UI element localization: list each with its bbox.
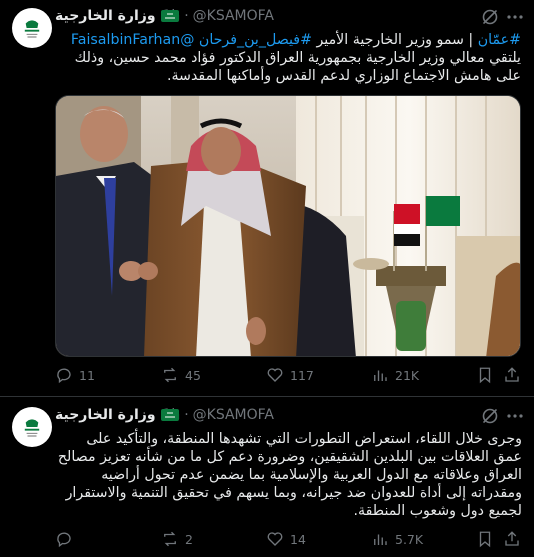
bookmark-icon (479, 367, 491, 384)
views-count: 21K (395, 367, 420, 383)
like-count: 117 (290, 367, 314, 383)
bookmark-button[interactable] (476, 366, 494, 384)
author-name[interactable]: وزارة الخارجية (55, 407, 156, 423)
repost-icon (164, 367, 176, 383)
more-icon[interactable] (505, 7, 525, 27)
verified-badge-icon (160, 409, 179, 421)
hashtag-link[interactable]: #فيصل_بن_فرحان (199, 32, 312, 48)
hashtag-link[interactable]: #عمّان (478, 32, 521, 48)
share-button[interactable] (503, 530, 521, 548)
repost-button[interactable]: 45 (161, 366, 201, 384)
ministry-logo-icon (14, 10, 50, 46)
author-name-row: وزارة الخارجية (55, 8, 184, 24)
views-button[interactable]: 5.7K (371, 530, 423, 548)
reply-icon (57, 368, 71, 384)
ministry-logo-icon (14, 409, 50, 445)
like-button[interactable]: 14 (266, 530, 306, 548)
share-icon (505, 531, 519, 546)
views-icon (374, 370, 387, 381)
author-handle[interactable]: @KSAMOFA (193, 407, 274, 423)
tweet[interactable]: 1h · @KSAMOFA وزارة الخارجية وجرى خلال ا… (0, 397, 534, 557)
tweet-text: وجرى خلال اللقاء، استعراض التطورات التي … (57, 431, 522, 519)
grok-icon[interactable] (480, 406, 500, 426)
like-count: 14 (290, 531, 306, 547)
reply-button[interactable]: 11 (55, 366, 95, 384)
views-button[interactable]: 21K (371, 366, 419, 384)
reply-button[interactable] (55, 530, 79, 548)
author-name[interactable]: وزارة الخارجية (55, 8, 156, 24)
mention-link[interactable]: @FaisalbinFarhan (71, 32, 199, 48)
bookmark-button[interactable] (476, 530, 494, 548)
repost-icon (164, 531, 176, 547)
reply-icon (57, 532, 71, 548)
author-avatar[interactable] (12, 407, 52, 447)
author-name-row: وزارة الخارجية (55, 407, 184, 423)
repost-button[interactable]: 2 (161, 530, 193, 548)
share-button[interactable] (503, 366, 521, 384)
tweet-text: #عمّان | سمو وزير الخارجية الأمير #فيصل_… (66, 31, 521, 85)
bookmark-icon (479, 531, 491, 548)
reply-count: 11 (79, 367, 95, 383)
like-button[interactable]: 117 (266, 366, 314, 384)
author-avatar[interactable] (12, 8, 52, 48)
grok-icon[interactable] (480, 7, 500, 27)
like-icon (267, 368, 283, 382)
tweet[interactable]: 1h · @KSAMOFA وزارة الخارجية #عمّان | سم… (0, 0, 534, 397)
separator-dot: · (184, 8, 189, 24)
verified-badge-icon (160, 10, 179, 22)
repost-count: 2 (185, 531, 193, 547)
more-icon[interactable] (505, 406, 525, 426)
tweet-text-part: يلتقي معالي وزير الخارجية بجمهورية العرا… (74, 50, 521, 84)
views-count: 5.7K (395, 531, 424, 547)
author-handle[interactable]: @KSAMOFA (193, 8, 274, 24)
views-icon (374, 534, 387, 545)
like-icon (267, 532, 283, 546)
tweet-photo[interactable] (55, 95, 521, 357)
separator-dot: · (184, 407, 189, 423)
repost-count: 45 (185, 367, 201, 383)
tweet-text-part: | سمو وزير الخارجية الأمير (311, 32, 478, 48)
share-icon (505, 367, 519, 382)
